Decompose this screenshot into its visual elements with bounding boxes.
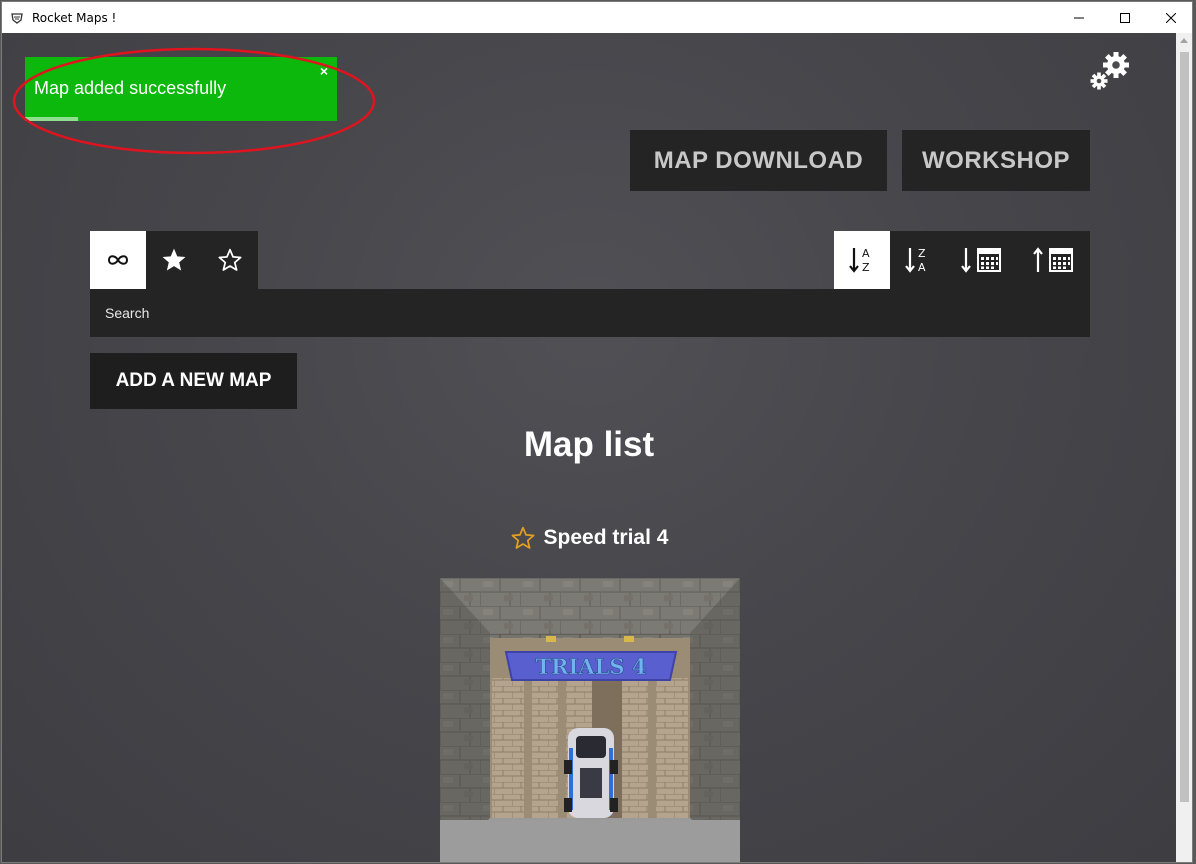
map-card-header: Speed trial 4	[2, 525, 1176, 551]
sort-date-desc-button[interactable]	[946, 231, 1018, 289]
toast-close-icon[interactable]: ×	[320, 63, 328, 79]
app-window: Rocket Maps ! Map added successfully × M…	[1, 1, 1193, 863]
favorite-star-icon[interactable]	[510, 525, 536, 551]
maximize-button[interactable]	[1102, 2, 1148, 33]
sort-alpha-desc-button[interactable]: Z A	[890, 231, 946, 289]
search-bar	[90, 289, 1090, 337]
filter-all-button[interactable]	[90, 231, 146, 289]
sort-date-asc-button[interactable]	[1018, 231, 1090, 289]
add-new-map-button[interactable]: ADD A NEW MAP	[90, 353, 297, 409]
toast-message: Map added successfully	[34, 78, 227, 98]
car-image	[564, 728, 618, 818]
sort-date-desc-icon	[961, 248, 1001, 273]
search-input[interactable]	[105, 289, 1065, 337]
page-title: Map list	[523, 425, 655, 464]
filter-bar	[90, 231, 258, 289]
infinity-icon	[107, 255, 129, 265]
gears-icon[interactable]	[1088, 49, 1132, 93]
map-thumbnail[interactable]: TRIALS 4	[440, 578, 740, 863]
scrollbar-thumb[interactable]	[1180, 52, 1189, 802]
star-outline-icon	[218, 248, 242, 271]
svg-text:Z: Z	[862, 261, 870, 274]
close-button[interactable]	[1148, 2, 1192, 33]
map-download-button[interactable]: MAP DOWNLOAD	[630, 130, 887, 191]
success-toast: Map added successfully ×	[25, 57, 337, 121]
svg-text:A: A	[918, 261, 926, 274]
map-name: Speed trial 4	[543, 526, 669, 549]
filter-favorites-button[interactable]	[146, 231, 202, 289]
main-content: Map added successfully × MAP DOWNLOAD WO…	[2, 33, 1176, 863]
sort-alpha-asc-icon: A Z	[849, 247, 870, 274]
workshop-button[interactable]: WORKSHOP	[902, 130, 1090, 191]
svg-text:A: A	[862, 247, 870, 260]
minimize-icon	[1074, 17, 1084, 18]
minimize-button[interactable]	[1056, 2, 1102, 33]
star-filled-icon	[162, 248, 186, 271]
sort-alpha-desc-icon: Z A	[905, 247, 926, 274]
map-banner-text: TRIALS 4	[535, 654, 646, 679]
filter-non-favorites-button[interactable]	[202, 231, 258, 289]
vertical-scrollbar[interactable]	[1176, 33, 1192, 862]
scroll-up-arrow-icon[interactable]	[1180, 38, 1188, 43]
sort-date-asc-icon	[1033, 247, 1073, 272]
sort-bar: A Z Z A	[834, 231, 1090, 289]
window-title: Rocket Maps !	[32, 11, 117, 25]
close-icon	[1166, 12, 1176, 23]
svg-text:Z: Z	[918, 247, 926, 260]
title-bar: Rocket Maps !	[2, 2, 1192, 33]
sort-alpha-asc-button[interactable]: A Z	[834, 231, 890, 289]
rocket-maps-app-icon	[11, 13, 23, 24]
maximize-icon	[1120, 12, 1130, 23]
toast-progress-bar	[25, 117, 79, 121]
